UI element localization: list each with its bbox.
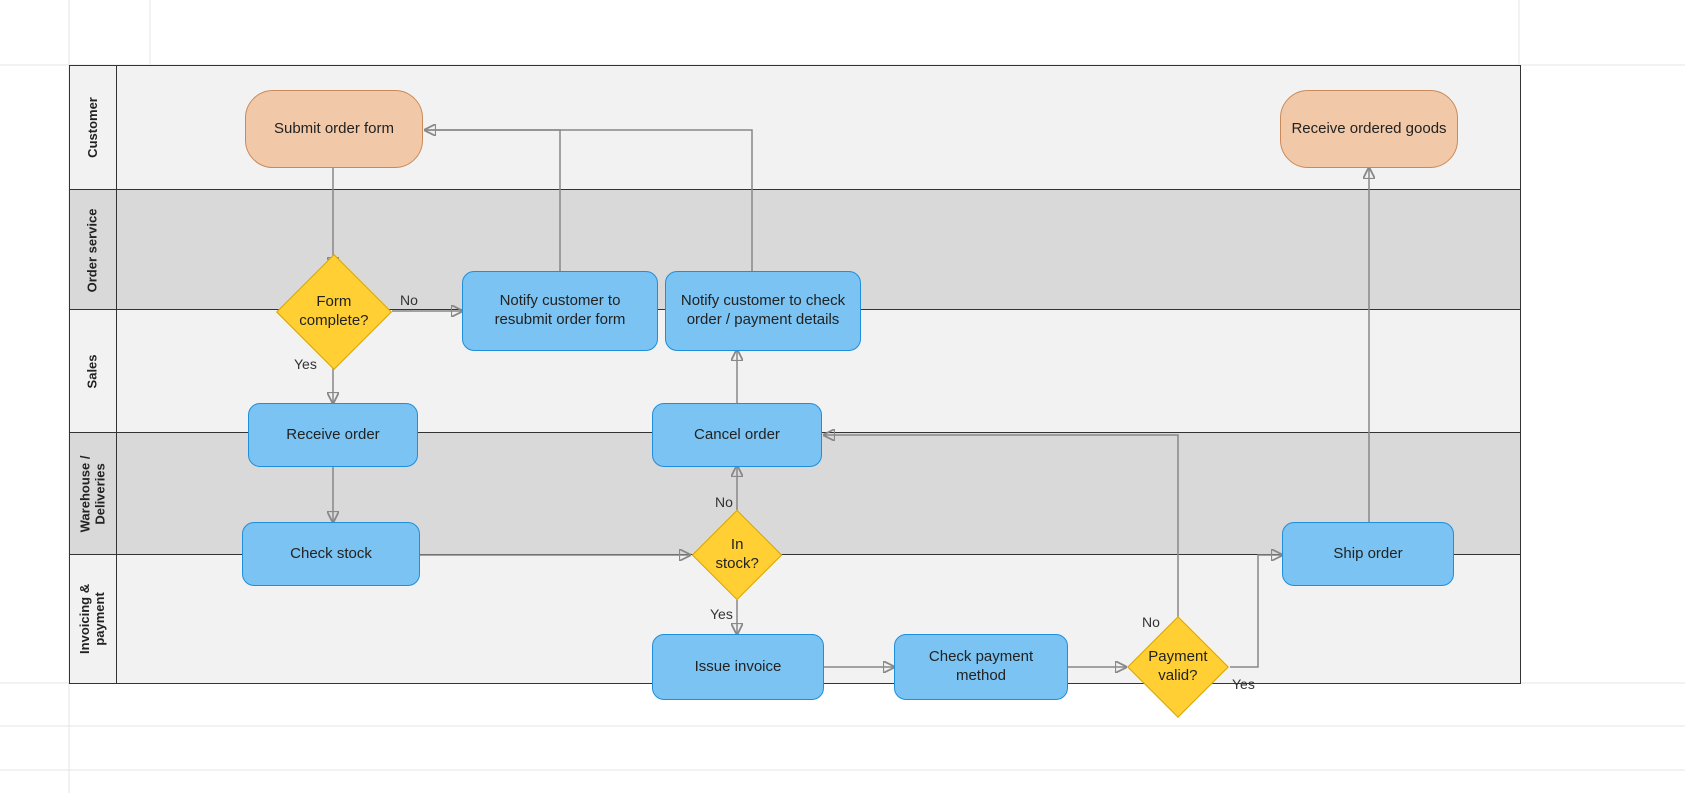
process-notify-resubmit: Notify customer to resubmit order form [462, 271, 658, 351]
process-receive-order: Receive order [248, 403, 418, 467]
label-form-complete-yes: Yes [294, 356, 317, 372]
terminator-submit-order: Submit order form [245, 90, 423, 168]
lane-label-customer: Customer [70, 66, 117, 189]
process-notify-check: Notify customer to check order / payment… [665, 271, 861, 351]
process-issue-invoice: Issue invoice [652, 634, 824, 700]
label-in-stock-yes: Yes [710, 606, 733, 622]
label-form-complete-no: No [400, 292, 418, 308]
lane-label-invoicing: Invoicing & payment [70, 555, 117, 683]
lane-label-order-service: Order service [70, 190, 117, 310]
process-check-stock: Check stock [242, 522, 420, 586]
label-payment-valid-no: No [1142, 614, 1160, 630]
process-check-payment: Check payment method [894, 634, 1068, 700]
label-in-stock-no: No [715, 494, 733, 510]
terminator-receive-goods: Receive ordered goods [1280, 90, 1458, 168]
process-cancel-order: Cancel order [652, 403, 822, 467]
process-ship-order: Ship order [1282, 522, 1454, 586]
diagram-canvas: Customer Order service Sales Warehouse /… [0, 0, 1685, 793]
lane-label-warehouse: Warehouse / Deliveries [70, 433, 117, 555]
label-payment-valid-yes: Yes [1232, 676, 1255, 692]
lane-label-sales: Sales [70, 310, 117, 433]
